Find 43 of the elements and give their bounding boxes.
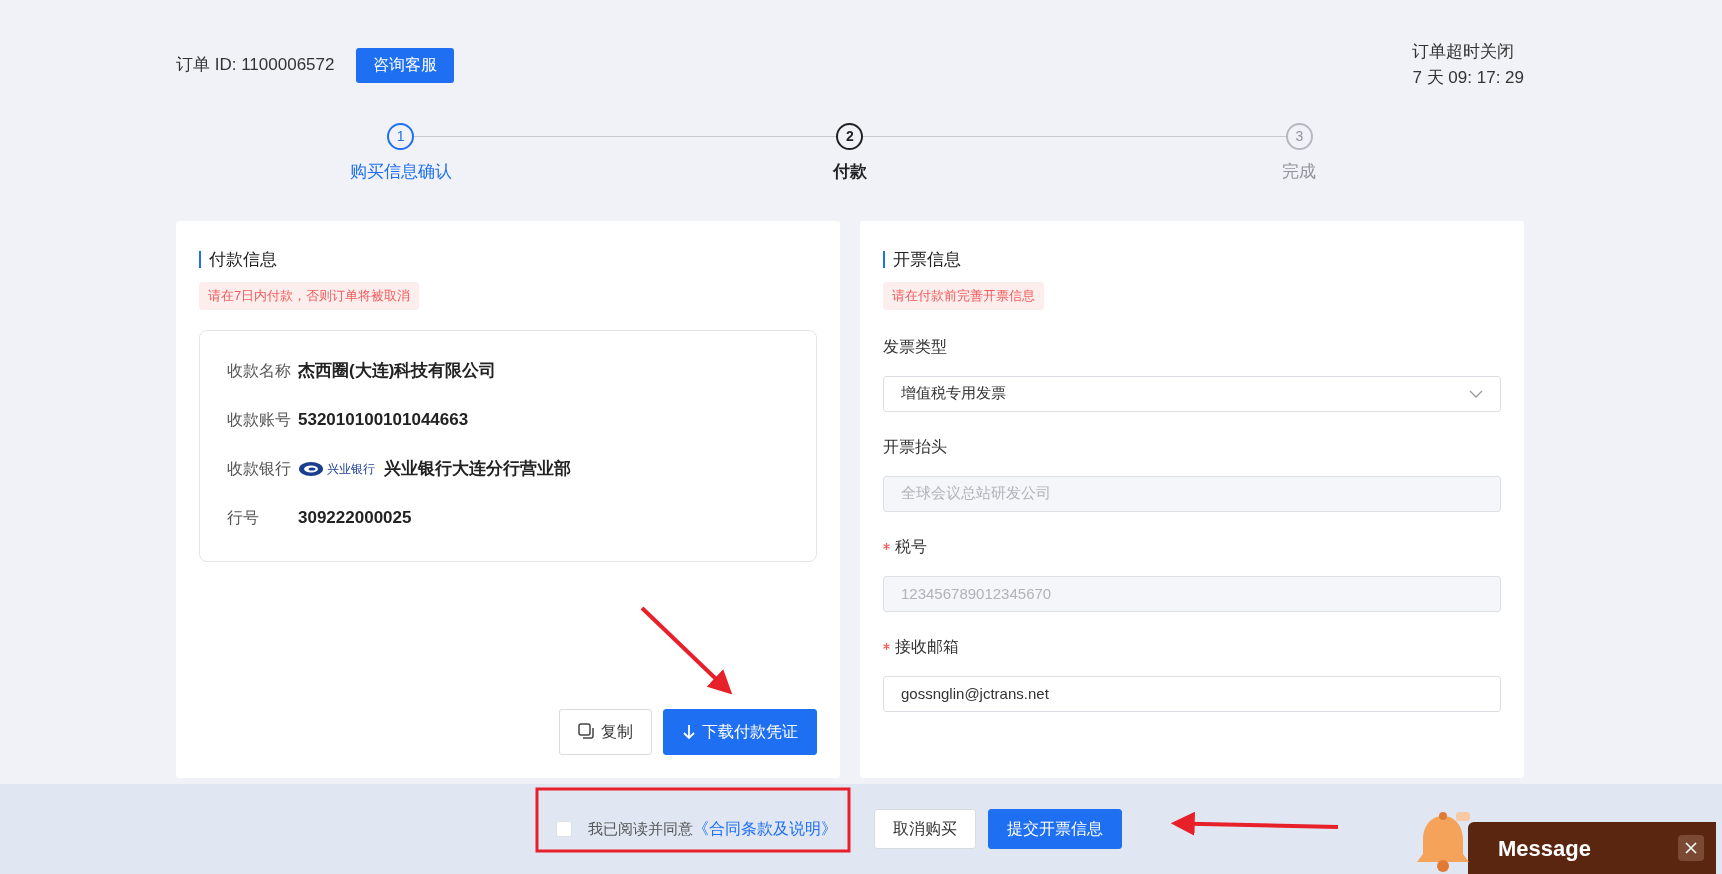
step-label: 完成 (1282, 161, 1317, 183)
step-label: 付款 (833, 161, 867, 183)
field-value: 309222000025 (298, 507, 412, 530)
field-value: 兴业银行大连分行营业部 (384, 458, 571, 481)
chevron-down-icon (1469, 389, 1483, 398)
terms-link[interactable]: 《合同条款及说明》 (693, 817, 837, 841)
warning-notice: 请在7日内付款，否则订单将被取消 (199, 282, 420, 310)
field-label: 收款账号 (227, 410, 292, 430)
field-label: 收款名称 (227, 361, 292, 381)
message-widget[interactable]: Message (1468, 822, 1716, 874)
agreement-text: 我已阅读并同意 (588, 818, 693, 839)
customer-service-button[interactable]: 咨询客服 (356, 47, 455, 83)
close-icon[interactable] (1678, 835, 1704, 861)
field-value: 杰西圈(大连)科技有限公司 (298, 360, 497, 383)
select-value: 增值税专用发票 (901, 383, 1006, 404)
field-label: 收款银行 (227, 459, 292, 479)
step-number: 2 (836, 123, 864, 150)
countdown-timer: 7 天 09: 17: 29 (1412, 67, 1524, 89)
invoice-type-select[interactable]: 增值税专用发票 (883, 375, 1501, 412)
field-label: 开票抬头 (883, 436, 947, 457)
field-label: 税号 (895, 536, 927, 557)
primary-button[interactable]: 下载付款凭证 (663, 708, 817, 755)
field-value: 532010100101044663 (298, 409, 469, 432)
copy-icon (578, 723, 595, 740)
download-arrow-icon (682, 723, 696, 740)
secondary-button[interactable]: 取消购买 (874, 809, 976, 849)
timeout-label: 订单超时关闭 (1412, 41, 1516, 63)
field-label: 行号 (227, 508, 260, 528)
section-title: 付款信息 (209, 248, 277, 271)
field-label: 接收邮箱 (895, 636, 959, 657)
agreement-checkbox[interactable] (556, 821, 572, 837)
warning-notice: 请在付款前完善开票信息 (883, 282, 1044, 310)
secondary-button[interactable]: 复制 (559, 708, 652, 755)
primary-button[interactable]: 提交开票信息 (988, 809, 1122, 849)
step-number: 3 (1285, 123, 1313, 150)
text-input-field[interactable]: gossnglin@jctrans.net (883, 675, 1501, 712)
order-id: 订单 ID: 1100006572 (176, 54, 335, 77)
message-label: Message (1498, 834, 1591, 863)
bank-logo: 兴业银行 (298, 460, 375, 478)
step-number: 1 (387, 123, 415, 150)
step-label: 购买信息确认 (349, 161, 452, 183)
section-title: 开票信息 (893, 248, 961, 271)
field-label: 发票类型 (883, 336, 947, 357)
